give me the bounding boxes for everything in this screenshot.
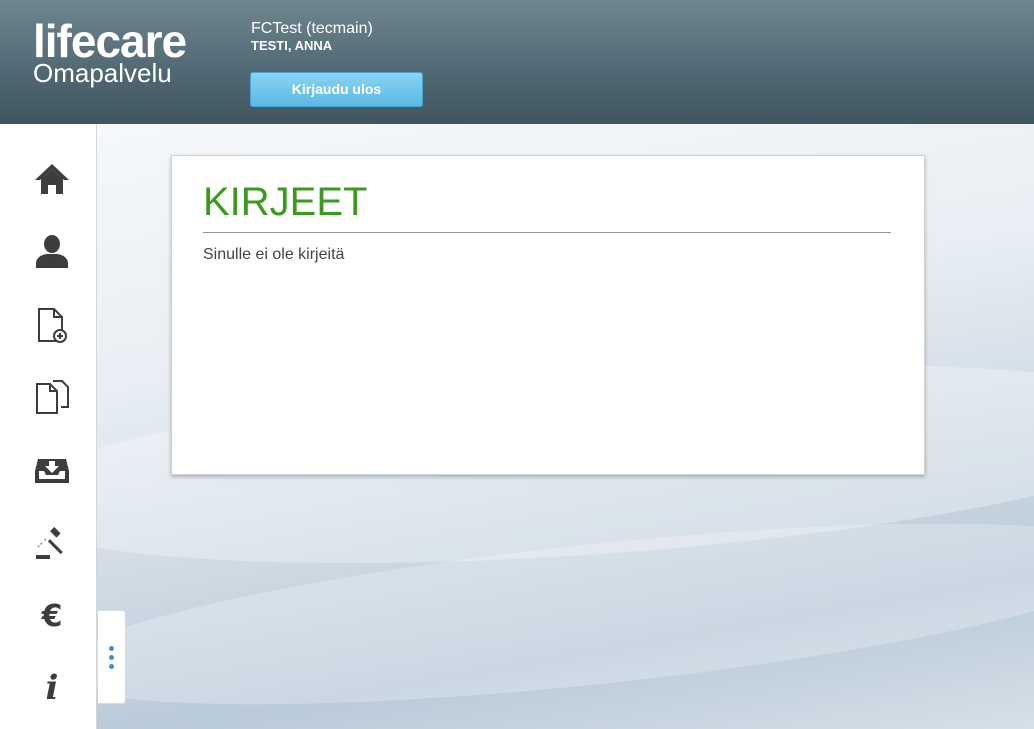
svg-text:€: € [41,599,63,634]
nav-documents[interactable] [26,371,78,423]
page-title: KIRJEET [203,180,368,224]
documents-icon [36,380,69,414]
organization-label: FCTest (tecmain) [251,20,373,37]
logo: lifecare Omapalvelu [33,18,187,88]
handle-dot [109,645,114,651]
sidebar-nav: € i [0,124,97,729]
nav-home[interactable] [26,153,78,205]
empty-message: Sinulle ei ole kirjeitä [203,246,345,263]
logo-sub-text: Omapalvelu [33,58,172,88]
title-divider [203,232,891,233]
euro-icon: € [41,599,63,634]
nav-decisions[interactable] [26,517,78,569]
person-icon [36,235,68,268]
nav-payments[interactable]: € [26,589,78,641]
letters-panel: KIRJEET Sinulle ei ole kirjeitä [171,155,925,475]
gavel-icon [36,527,63,559]
main-content: KIRJEET Sinulle ei ole kirjeitä [97,124,1034,729]
handle-dot [109,663,114,669]
user-name: TESTI, ANNA [251,38,333,53]
user-info: FCTest (tecmain) TESTI, ANNA [251,20,373,54]
new-document-icon [38,308,67,343]
nav-inbox[interactable] [26,443,78,495]
info-icon: i [46,668,59,705]
logout-button[interactable]: Kirjaudu ulos [250,72,423,107]
sidebar-toggle-handle[interactable] [98,610,126,704]
nav-profile[interactable] [26,225,78,277]
nav-info[interactable]: i [26,659,78,711]
inbox-icon [35,459,69,483]
app-header: lifecare Omapalvelu FCTest (tecmain) TES… [0,0,1034,124]
handle-dot [109,654,114,660]
home-icon [35,164,69,194]
nav-new-document[interactable] [26,299,78,351]
svg-text:i: i [46,668,59,705]
